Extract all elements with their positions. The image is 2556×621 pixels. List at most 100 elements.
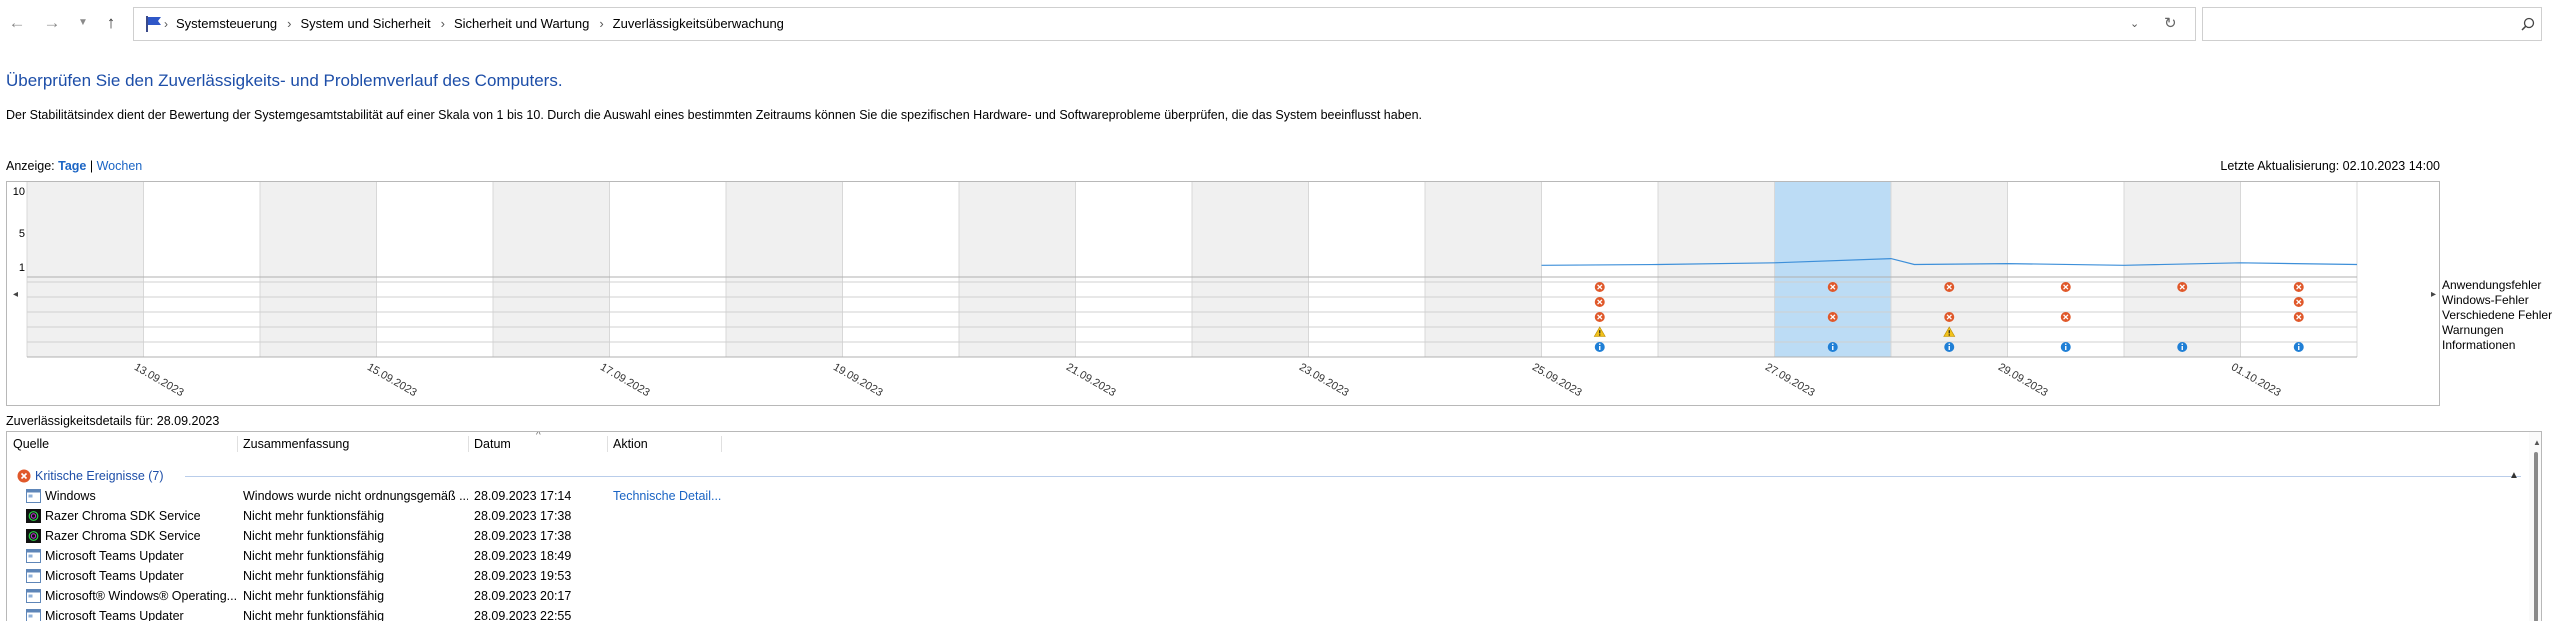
row-source: Razer Chroma SDK Service <box>45 509 201 523</box>
row-action-link[interactable]: Technische Detail... <box>613 486 721 506</box>
breadcrumb-item-system-und-sicherheit[interactable]: System und Sicherheit <box>301 16 431 31</box>
day-column[interactable] <box>2124 182 2241 357</box>
date-tick-label: 13.09.2023 <box>132 361 186 399</box>
day-column[interactable] <box>726 182 843 357</box>
scrollbar-thumb[interactable] <box>2534 452 2538 621</box>
vertical-scrollbar[interactable]: ▲ <box>2529 432 2541 621</box>
date-tick-label: 29.09.2023 <box>1996 361 2050 399</box>
error-icon <box>2177 282 2188 292</box>
row-date: 28.09.2023 19:53 <box>474 569 572 583</box>
day-column[interactable] <box>143 182 261 357</box>
info-icon <box>2060 342 2071 352</box>
refresh-icon[interactable]: ↻ <box>2164 8 2177 40</box>
row-summary: Nicht mehr funktionsfähig <box>243 509 385 523</box>
page-description: Der Stabilitätsindex dient der Bewertung… <box>6 108 1423 122</box>
up-arrow-icon[interactable]: ↑ <box>100 12 122 34</box>
collapse-icon[interactable]: ▲ <box>2509 466 2519 486</box>
day-column[interactable] <box>609 182 727 357</box>
column-divider[interactable] <box>468 436 469 452</box>
breadcrumb-item-sicherheit-und-wartung[interactable]: Sicherheit und Wartung <box>454 16 589 31</box>
column-header-summary[interactable]: Zusammenfassung <box>243 432 349 456</box>
razer-icon <box>26 529 41 543</box>
column-header-date[interactable]: Datum <box>474 432 511 456</box>
critical-error-icon <box>17 469 31 483</box>
row-date: 28.09.2023 17:38 <box>474 529 572 543</box>
back-arrow-icon[interactable]: ← <box>6 12 28 34</box>
address-bar[interactable]: › Systemsteuerung › System und Sicherheit ›… <box>133 7 2196 41</box>
date-tick-label: 19.09.2023 <box>831 361 885 399</box>
day-column[interactable] <box>1308 182 1426 357</box>
day-column[interactable] <box>1658 182 1775 357</box>
date-tick-label: 27.09.2023 <box>1763 361 1817 399</box>
view-separator: | <box>89 159 94 173</box>
scroll-up-icon[interactable]: ▲ <box>2533 438 2541 447</box>
reliability-chart-svg[interactable]: 10 5 1 13.09.2023 15.09.2023 17.09.2023 19.09… <box>7 182 2439 405</box>
chevron-down-icon[interactable]: ⌄ <box>2130 8 2139 40</box>
day-column[interactable] <box>1774 182 1892 357</box>
row-summary: Nicht mehr funktionsfähig <box>243 549 385 563</box>
legend-windows-fehler: Windows-Fehler <box>2442 293 2529 307</box>
forward-arrow-icon[interactable]: → <box>41 12 63 34</box>
day-column[interactable] <box>959 182 1076 357</box>
table-row[interactable]: Razer Chroma SDK Service Nicht mehr funkt… <box>7 506 2477 526</box>
day-column[interactable] <box>2007 182 2125 357</box>
column-divider[interactable] <box>721 436 722 452</box>
info-icon <box>1594 342 1605 352</box>
date-tick-label: 23.09.2023 <box>1297 361 1351 399</box>
error-icon <box>1594 312 1605 322</box>
legend-warnungen: Warnungen <box>2442 323 2504 337</box>
table-row[interactable]: Microsoft Teams Updater Nicht mehr funkti… <box>7 606 2477 621</box>
column-divider[interactable] <box>607 436 608 452</box>
row-source: Microsoft Teams Updater <box>45 569 184 583</box>
info-icon <box>1944 342 1955 352</box>
day-column[interactable] <box>1192 182 1309 357</box>
table-row[interactable]: Microsoft® Windows® Operating... Nicht me… <box>7 586 2477 606</box>
day-column[interactable] <box>493 182 610 357</box>
column-divider[interactable] <box>237 436 238 452</box>
search-icon[interactable] <box>2521 17 2535 31</box>
scroll-right-icon[interactable]: ▸ <box>2431 289 2436 300</box>
razer-icon <box>26 509 41 523</box>
chevron-down-icon[interactable]: ▼ <box>72 12 94 34</box>
search-input[interactable] <box>2202 7 2542 41</box>
group-label: Kritische Ereignisse (7) <box>35 469 164 483</box>
legend-verschiedene fehler: Verschiedene Fehler <box>2442 308 2553 322</box>
row-source: Microsoft® Windows® Operating... <box>45 589 238 603</box>
column-header-source[interactable]: Quelle <box>13 432 49 456</box>
reliability-chart[interactable]: 10 5 1 13.09.2023 15.09.2023 17.09.2023 19.09… <box>6 181 2440 406</box>
error-icon <box>2293 282 2304 292</box>
row-date: 28.09.2023 17:38 <box>474 509 572 523</box>
row-summary: Nicht mehr funktionsfähig <box>243 569 385 583</box>
row-summary: Nicht mehr funktionsfähig <box>243 609 385 621</box>
window-app-icon <box>26 569 41 583</box>
error-icon <box>1827 312 1838 322</box>
scroll-left-icon[interactable]: ◂ <box>13 289 18 300</box>
table-row[interactable]: Razer Chroma SDK Service Nicht mehr funkt… <box>7 526 2477 546</box>
date-tick-label: 17.09.2023 <box>598 361 652 399</box>
details-list: Quelle Zusammenfassung Datum ^ Aktion Kr… <box>6 431 2542 621</box>
day-column[interactable] <box>376 182 494 357</box>
day-column[interactable] <box>2240 182 2358 357</box>
error-icon <box>1594 297 1605 307</box>
control-panel-flag-icon <box>146 16 161 32</box>
day-column[interactable] <box>27 182 144 357</box>
day-column[interactable] <box>842 182 960 357</box>
window-app-icon <box>26 589 41 603</box>
column-header-action[interactable]: Aktion <box>613 432 648 456</box>
breadcrumb-item-zuverlaessigkeit[interactable]: Zuverlässigkeitsüberwachung <box>613 16 784 31</box>
group-critical-events[interactable]: Kritische Ereignisse (7) ▲ <box>7 466 2521 486</box>
view-weeks-link[interactable]: Wochen <box>97 159 143 173</box>
date-tick-label: 25.09.2023 <box>1530 361 1584 399</box>
day-column[interactable] <box>1075 182 1193 357</box>
table-row[interactable]: Microsoft Teams Updater Nicht mehr funkti… <box>7 546 2477 566</box>
row-date: 28.09.2023 18:49 <box>474 549 572 563</box>
breadcrumb-item-systemsteuerung[interactable]: Systemsteuerung <box>176 16 277 31</box>
table-row[interactable]: Windows Windows wurde nicht ordnungsgemäß… <box>7 486 2477 506</box>
day-column[interactable] <box>1425 182 1542 357</box>
view-days-link[interactable]: Tage <box>58 159 86 173</box>
table-row[interactable]: Microsoft Teams Updater Nicht mehr funkti… <box>7 566 2477 586</box>
legend-anwendungsfehler: Anwendungsfehler <box>2442 278 2542 292</box>
error-icon <box>2060 282 2071 292</box>
day-column[interactable] <box>260 182 377 357</box>
error-icon <box>2060 312 2071 322</box>
